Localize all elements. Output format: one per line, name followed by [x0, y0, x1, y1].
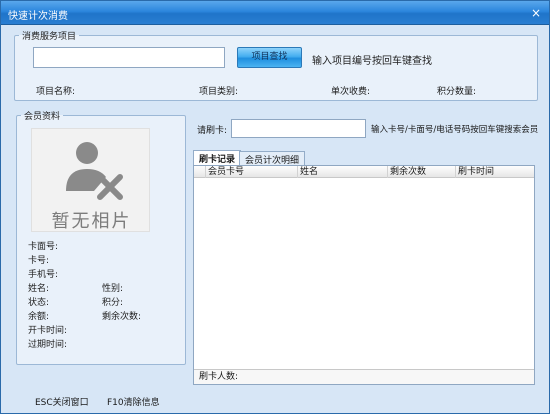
status-label: 状态:: [28, 298, 50, 308]
grid-header: 会员卡号 姓名 剩余次数 刷卡时间: [194, 166, 534, 178]
swipe-card-input[interactable]: [231, 119, 366, 138]
item-search-button[interactable]: 项目查找: [237, 47, 302, 68]
tab-member-times-detail[interactable]: 会员计次明细: [239, 151, 306, 166]
col-member-card-no[interactable]: 会员卡号: [206, 166, 298, 178]
title-bar: 快速计次消费 ×: [1, 1, 549, 25]
balance-label: 余额:: [28, 312, 50, 322]
unit-charge-label: 单次收费:: [331, 87, 371, 97]
no-photo-text: 暂无相片: [51, 211, 132, 232]
service-group-legend: 消费服务项目: [22, 32, 77, 42]
name-label: 姓名:: [28, 284, 50, 294]
col-swipe-time[interactable]: 刷卡时间: [456, 166, 534, 178]
item-name-label: 项目名称:: [36, 87, 76, 97]
window-title: 快速计次消费: [8, 11, 68, 22]
gender-label: 性别:: [102, 284, 124, 294]
col-remaining-times[interactable]: 剩余次数: [388, 166, 456, 178]
item-category-label: 项目类别:: [199, 87, 239, 97]
swipe-count-label: 刷卡人数:: [199, 372, 239, 382]
swipe-card-hint: 输入卡号/卡面号/电话号码按回车键搜索会员: [371, 125, 539, 135]
no-photo-person-icon: [66, 142, 123, 200]
item-search-hint: 输入项目编号按回车键查找: [312, 56, 432, 67]
status-bar: ESC关闭窗口 F10清除信息: [1, 388, 549, 413]
member-points-label: 积分:: [102, 298, 124, 308]
card-open-time-label: 开卡时间:: [28, 326, 68, 336]
esc-close-hint: ESC关闭窗口: [35, 398, 89, 408]
grid-footer: 刷卡人数:: [194, 369, 534, 384]
card-face-no-label: 卡面号:: [28, 242, 59, 252]
close-icon[interactable]: ×: [529, 6, 543, 20]
quick-consume-window: 快速计次消费 × 消费服务项目 项目查找 输入项目编号按回车键查找 项目名称: …: [0, 0, 550, 414]
row-indicator-header: [194, 166, 206, 178]
swipe-card-label: 请刷卡:: [197, 126, 228, 136]
expire-time-label: 过期时间:: [28, 340, 68, 350]
col-name[interactable]: 姓名: [298, 166, 388, 178]
phone-label: 手机号:: [28, 270, 59, 280]
card-no-label: 卡号:: [28, 256, 50, 266]
swipe-records-grid[interactable]: 会员卡号 姓名 剩余次数 刷卡时间 刷卡人数:: [193, 165, 535, 385]
tab-swipe-records[interactable]: 刷卡记录: [193, 150, 242, 166]
item-search-input[interactable]: [33, 47, 225, 68]
f10-clear-hint: F10清除信息: [107, 398, 160, 408]
member-photo-placeholder: 暂无相片: [31, 128, 150, 232]
remaining-times-label: 剩余次数:: [102, 312, 142, 322]
points-quantity-label: 积分数量:: [437, 87, 477, 97]
member-group-legend: 会员资料: [24, 112, 61, 122]
